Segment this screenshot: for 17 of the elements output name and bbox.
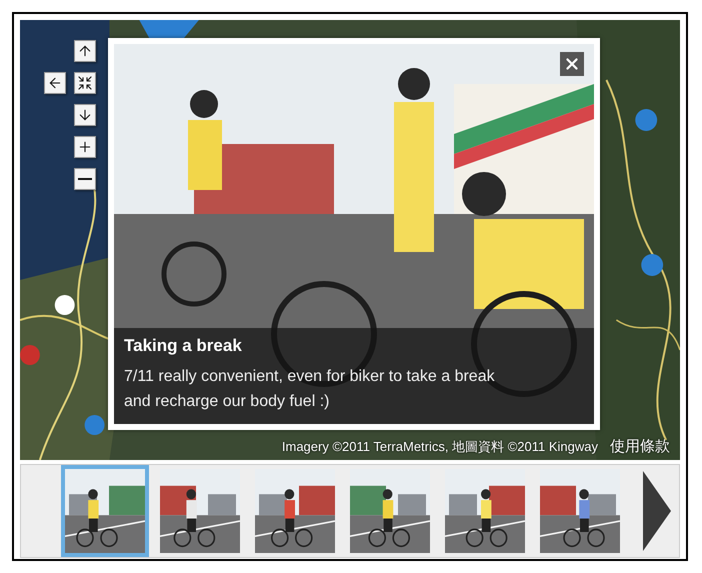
triangle-right-icon [641,469,673,553]
map-attribution: Imagery ©2011 TerraMetrics, 地圖資料 ©2011 Kingway [282,438,598,456]
terms-link[interactable]: 使用條款 [610,437,670,456]
zoom-in-button[interactable] [74,136,96,158]
zoom-out-button[interactable] [74,168,96,190]
minus-icon [78,178,92,180]
photo-title: Taking a break [124,336,243,356]
photo-description: 7/11 really convenient, even for biker to take a break and recharge our body fuel :) [124,367,496,412]
arrow-down-icon [77,107,93,123]
plus-icon [77,139,93,155]
close-button[interactable] [560,52,584,76]
recenter-button[interactable] [74,72,96,94]
pan-down-button[interactable] [74,104,96,126]
next-button[interactable] [641,469,673,553]
arrows-inward-icon [77,75,93,91]
pan-up-button[interactable] [74,40,96,62]
pan-left-button[interactable] [44,72,66,94]
